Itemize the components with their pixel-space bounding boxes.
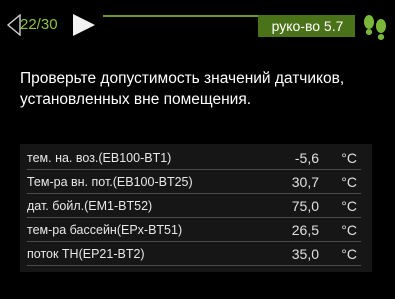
instruction-text: Проверьте допустимость значений датчиков… bbox=[20, 68, 390, 110]
sensor-value: 35,0 bbox=[291, 246, 319, 262]
sensor-name: тем. на. воз.(EB100-BT1) bbox=[27, 151, 172, 165]
sensor-unit: °C bbox=[341, 246, 357, 262]
header-divider bbox=[103, 15, 258, 17]
sensor-row-pool-temp[interactable]: тем-ра бассейн(EPx-BT51) 26,5 °C bbox=[27, 221, 361, 242]
sensor-value: 75,0 bbox=[291, 198, 319, 214]
sensor-values-panel: тем. на. воз.(EB100-BT1) -5,6 °C Тем-ра … bbox=[20, 144, 372, 272]
sensor-value: -5,6 bbox=[294, 150, 319, 166]
sensor-unit: °C bbox=[341, 222, 357, 238]
sensor-unit: °C bbox=[341, 174, 357, 190]
sensor-value: 26,5 bbox=[291, 222, 319, 238]
sensor-name: тем-ра бассейн(EPx-BT51) bbox=[27, 223, 183, 237]
instruction-line-2: установленных вне помещения. bbox=[20, 91, 252, 108]
sensor-row-outdoor-temp[interactable]: тем. на. воз.(EB100-BT1) -5,6 °C bbox=[27, 149, 361, 170]
instruction-line-1: Проверьте допустимость значений датчиков… bbox=[20, 70, 345, 87]
sensor-row-boiler-sensor[interactable]: дат. бойл.(EM1-BT52) 75,0 °C bbox=[27, 197, 361, 218]
screen: 22/30 руко-во 5.7 Проверьте допустимость… bbox=[0, 0, 395, 299]
manual-section-badge: руко-во 5.7 bbox=[258, 15, 355, 37]
footprints-icon[interactable] bbox=[360, 13, 390, 43]
sensor-name: Тем-ра вн. пот.(EB100-BT25) bbox=[27, 175, 193, 189]
sensor-row-external-flow[interactable]: Тем-ра вн. пот.(EB100-BT25) 30,7 °C bbox=[27, 173, 361, 194]
sensor-name: дат. бойл.(EM1-BT52) bbox=[27, 199, 153, 213]
sensor-name: поток ТН(EP21-BT2) bbox=[27, 247, 145, 261]
sensor-row-heatpump-flow[interactable]: поток ТН(EP21-BT2) 35,0 °C bbox=[27, 245, 361, 266]
sensor-unit: °C bbox=[341, 198, 357, 214]
sensor-value: 30,7 bbox=[291, 174, 319, 190]
page-counter: 22/30 bbox=[20, 16, 58, 33]
arrow-right-icon[interactable] bbox=[71, 13, 97, 37]
sensor-unit: °C bbox=[341, 150, 357, 166]
